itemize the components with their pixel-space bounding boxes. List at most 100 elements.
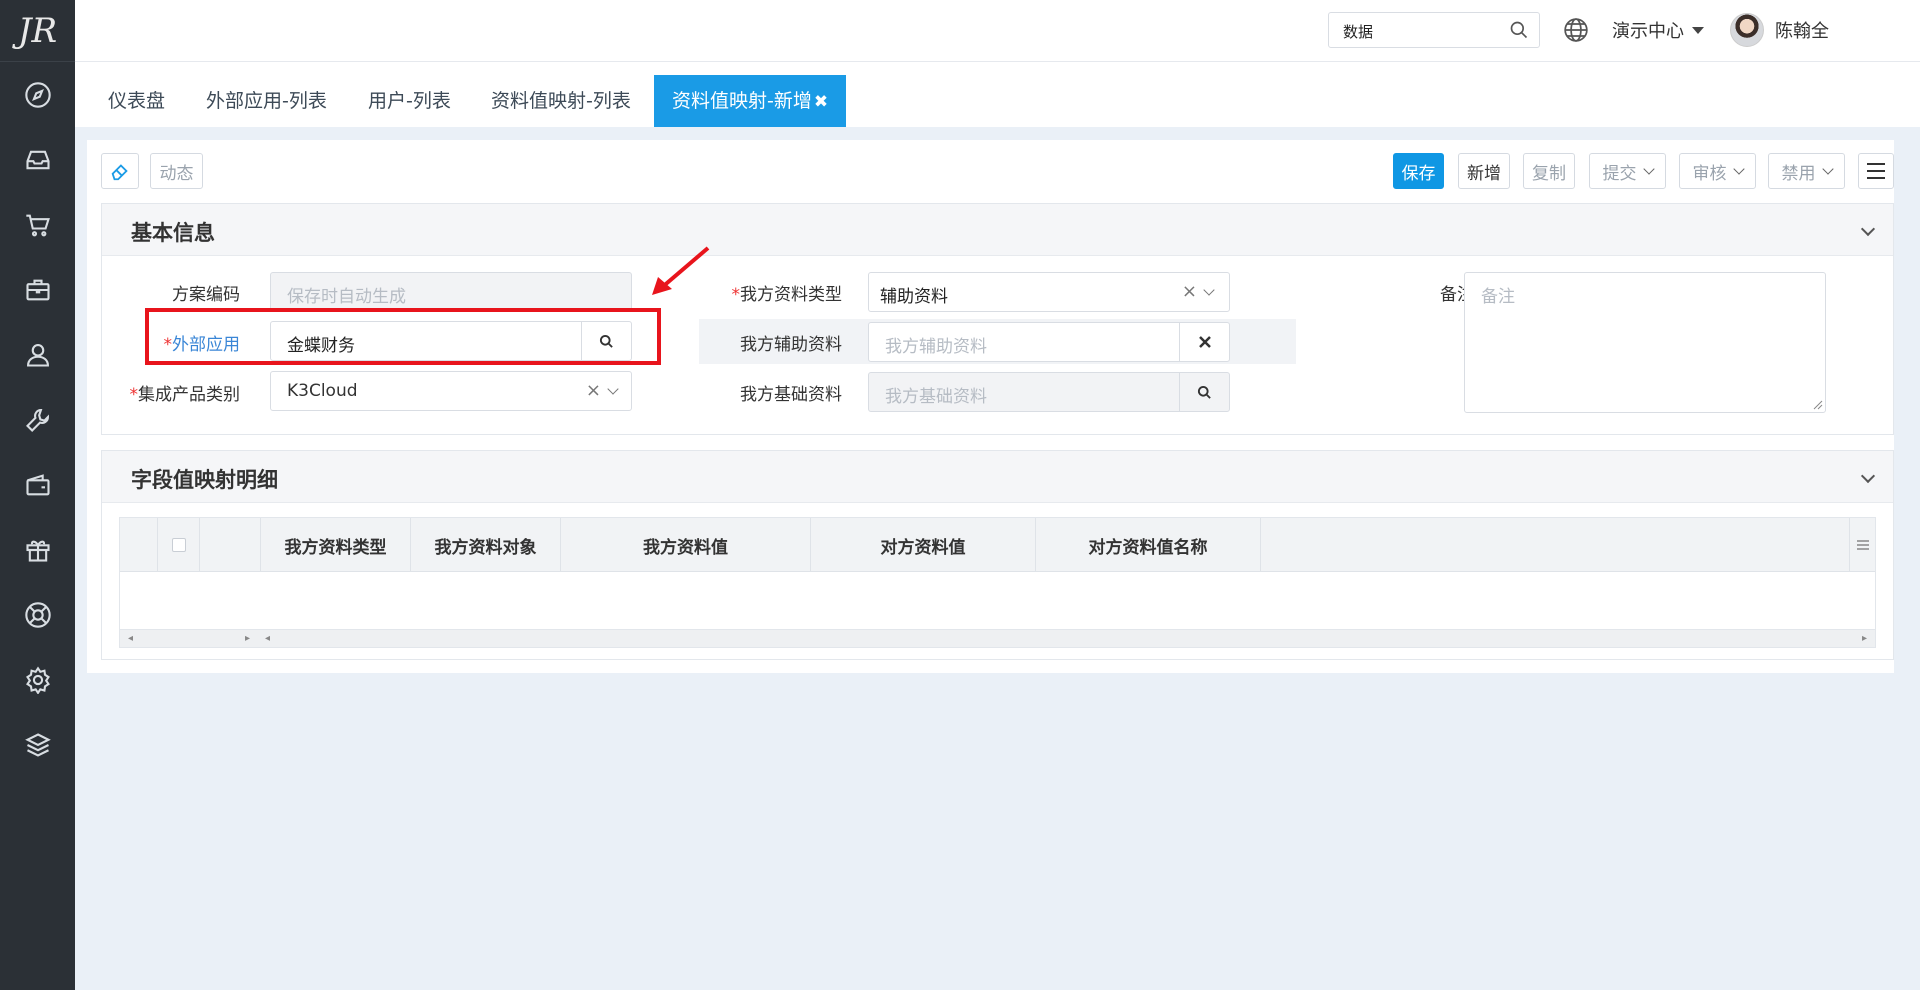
wrench-icon[interactable] (0, 387, 75, 452)
gear-icon[interactable] (0, 647, 75, 712)
globe-icon[interactable] (1563, 17, 1589, 43)
mapping-detail-section: 字段值映射明细 我方资料类型 我方资料对象 我方资料值 对方资料值 对方资料值名… (101, 450, 1894, 660)
close-icon (1198, 336, 1211, 348)
label-text: 集成产品类别 (138, 385, 240, 405)
grid-col-header[interactable]: 对方资料值 (811, 518, 1036, 572)
our-aux-field[interactable]: 我方辅助资料 (868, 322, 1230, 362)
submit-label: 提交 (1602, 163, 1637, 184)
mapping-detail-header[interactable]: 字段值映射明细 (102, 451, 1893, 503)
gift-icon[interactable] (0, 517, 75, 582)
inbox-icon[interactable] (0, 127, 75, 192)
grid-col-header[interactable]: 我方资料类型 (261, 518, 411, 572)
submit-dropdown[interactable]: 提交 (1589, 153, 1666, 189)
our-base-search-button[interactable] (1179, 373, 1229, 411)
disable-dropdown[interactable]: 禁用 (1768, 153, 1845, 189)
horizontal-scrollbar[interactable]: ◂ ▸ ◂ ▸ (120, 629, 1875, 647)
org-selector[interactable]: 演示中心 (1612, 17, 1684, 43)
grid-col-index (120, 518, 158, 572)
basic-info-header[interactable]: 基本信息 (102, 204, 1893, 256)
chevron-down-icon[interactable] (1860, 221, 1876, 237)
briefcase-icon[interactable] (0, 257, 75, 322)
mapping-grid: 我方资料类型 我方资料对象 我方资料值 对方资料值 对方资料值名称 ◂ ▸ ◂ … (119, 517, 1876, 648)
select-all-checkbox[interactable] (171, 538, 186, 552)
tab-external-app-list[interactable]: 外部应用-列表 (206, 75, 327, 127)
top-header: 数据 演示中心 陈翰全 ? (75, 0, 1920, 62)
our-aux-placeholder: 我方辅助资料 (885, 337, 987, 357)
column-settings-icon[interactable] (1849, 518, 1875, 572)
menu-button[interactable] (1858, 153, 1894, 189)
add-button[interactable]: 新增 (1458, 153, 1510, 189)
logo-text: JR (17, 10, 58, 51)
scroll-right-icon[interactable]: ▸ (245, 633, 250, 644)
tab-dashboard[interactable]: 仪表盘 (108, 75, 165, 127)
product-type-select[interactable]: K3Cloud × (270, 371, 632, 411)
remark-textarea[interactable]: 备注 (1464, 272, 1826, 413)
user-icon[interactable] (0, 322, 75, 387)
section-title: 基本信息 (131, 221, 215, 245)
required-mark: * (129, 385, 139, 405)
search-value: 数据 (1343, 23, 1374, 41)
scheme-code-label: 方案编码 (172, 285, 240, 305)
scroll-left-icon[interactable]: ◂ (265, 633, 270, 644)
grid-col-header[interactable]: 对方资料值名称 (1036, 518, 1261, 572)
close-icon[interactable]: ✖ (814, 92, 828, 112)
eraser-button[interactable] (101, 153, 139, 189)
our-aux-label: 我方辅助资料 (740, 335, 842, 355)
tab-label: 资料值映射-新增 (672, 90, 812, 112)
compass-icon[interactable] (0, 62, 75, 127)
tab-user-list[interactable]: 用户-列表 (368, 75, 451, 127)
chevron-down-icon (1642, 162, 1655, 175)
remark-label: 备注 (1440, 285, 1474, 305)
highlight-box (145, 308, 661, 365)
chevron-down-icon[interactable] (1203, 284, 1215, 296)
user-name[interactable]: 陈翰全 (1775, 17, 1829, 43)
grid-col-header[interactable]: 我方资料值 (561, 518, 811, 572)
global-search-input[interactable]: 数据 (1328, 12, 1540, 48)
layers-icon[interactable] (0, 712, 75, 777)
scroll-right-icon[interactable]: ▸ (1862, 633, 1867, 644)
chevron-down-icon (1821, 162, 1834, 175)
dynamic-button[interactable]: 动态 (150, 153, 203, 189)
tab-value-mapping-new[interactable]: 资料值映射-新增 ✖ (654, 75, 847, 127)
product-type-value: K3Cloud (287, 381, 358, 401)
our-type-value: 辅助资料 (880, 287, 948, 307)
section-title: 字段值映射明细 (131, 468, 278, 492)
hamburger-icon (1867, 163, 1885, 179)
annotation-arrow-icon (652, 246, 710, 295)
our-type-label: *我方资料类型 (712, 280, 843, 305)
cart-icon[interactable] (0, 192, 75, 257)
clear-icon[interactable]: × (586, 380, 601, 401)
label-text: 我方资料类型 (740, 285, 842, 305)
search-icon (1197, 385, 1211, 399)
remark-placeholder: 备注 (1481, 287, 1515, 307)
audit-label: 审核 (1692, 163, 1727, 184)
scheme-code-input: 保存时自动生成 (270, 272, 632, 312)
clear-icon[interactable]: × (1182, 281, 1197, 302)
tab-bar: 仪表盘 外部应用-列表 用户-列表 资料值映射-列表 资料值映射-新增 ✖ (75, 62, 1920, 127)
our-base-placeholder: 我方基础资料 (885, 387, 987, 407)
our-type-select[interactable]: 辅助资料 × (868, 272, 1230, 312)
avatar[interactable] (1730, 13, 1764, 47)
main-content: 动态 保存 新增 复制 提交 审核 禁用 基本信息 方案编码 保存时自动生成 *… (87, 140, 1894, 673)
resize-handle-icon[interactable] (1813, 400, 1823, 410)
save-button[interactable]: 保存 (1393, 153, 1444, 189)
chevron-down-icon[interactable] (1860, 468, 1876, 484)
our-base-label: 我方基础资料 (740, 385, 842, 405)
grid-col-header[interactable]: 我方资料对象 (411, 518, 561, 572)
search-icon[interactable] (1509, 20, 1529, 40)
lifebuoy-icon[interactable] (0, 582, 75, 647)
our-aux-clear-button[interactable] (1179, 323, 1229, 361)
scheme-code-placeholder: 保存时自动生成 (287, 287, 406, 307)
eraser-icon (111, 164, 128, 181)
required-mark: * (731, 285, 741, 305)
wallet-icon[interactable] (0, 452, 75, 517)
tab-value-mapping-list[interactable]: 资料值映射-列表 (491, 75, 631, 127)
grid-col-select (158, 518, 200, 572)
grid-col-op (200, 518, 261, 572)
caret-down-icon[interactable] (1692, 27, 1704, 34)
audit-dropdown[interactable]: 审核 (1679, 153, 1756, 189)
app-logo[interactable]: JR (0, 0, 75, 62)
chevron-down-icon[interactable] (607, 383, 619, 395)
scroll-left-icon[interactable]: ◂ (128, 633, 133, 644)
copy-button[interactable]: 复制 (1523, 153, 1575, 189)
